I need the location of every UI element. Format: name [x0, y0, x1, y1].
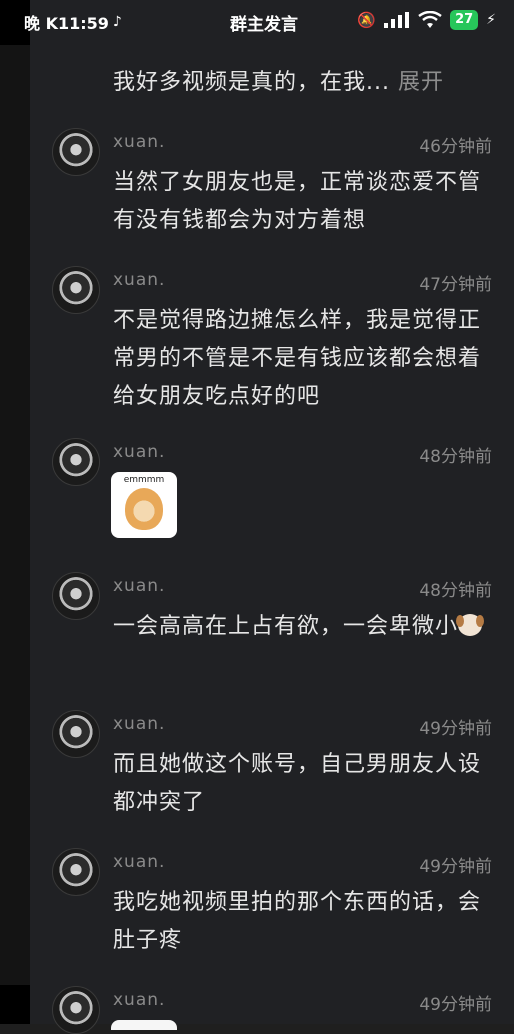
- timestamp: 47分钟前: [419, 275, 492, 295]
- avatar[interactable]: [52, 572, 100, 620]
- username[interactable]: xuan.: [113, 576, 165, 596]
- username[interactable]: xuan.: [113, 442, 165, 462]
- comment-text: 不是觉得路边摊怎么样，我是觉得正常男的不管是不是有钱应该都会想着给女朋友吃点好的…: [113, 308, 482, 409]
- comment-text-wrap: 一会高高在上占有欲，一会卑微小: [113, 608, 485, 646]
- timestamp: 48分钟前: [419, 581, 492, 601]
- comment-text: 我吃她视频里拍的那个东西的话，会肚子疼: [113, 890, 482, 953]
- timestamp: 49分钟前: [419, 995, 492, 1015]
- avatar[interactable]: [52, 848, 100, 896]
- wifi-icon: [418, 11, 442, 28]
- avatar[interactable]: [52, 438, 100, 486]
- username[interactable]: xuan.: [113, 270, 165, 290]
- username[interactable]: xuan.: [113, 132, 165, 152]
- timestamp: 49分钟前: [419, 857, 492, 877]
- dog-emoji-icon: [456, 614, 485, 636]
- status-bar: 晚 K11:59 ♪ 群主发言 🔕 27 ⚡: [0, 0, 514, 42]
- charging-icon: ⚡: [486, 12, 496, 28]
- avatar[interactable]: [52, 710, 100, 758]
- timestamp: 48分钟前: [419, 447, 492, 467]
- top-comment: 我好多视频是真的，在我... 展开: [113, 64, 444, 96]
- avatar[interactable]: [52, 986, 100, 1034]
- battery-indicator: 27: [450, 10, 479, 30]
- timestamp: 49分钟前: [419, 719, 492, 739]
- cat-face-icon: [125, 488, 163, 530]
- sticker-partial[interactable]: [111, 1020, 177, 1030]
- mute-icon: 🔕: [357, 11, 377, 29]
- tiktok-icon: ♪: [112, 14, 122, 30]
- status-time: 晚 K11:59: [24, 14, 109, 33]
- username[interactable]: xuan.: [113, 714, 165, 734]
- top-comment-text: 我好多视频是真的，在我...: [113, 70, 390, 95]
- comment-text: 而且她做这个账号，自己男朋友人设都冲突了: [113, 752, 482, 815]
- expand-link[interactable]: 展开: [398, 70, 444, 95]
- cat-sticker[interactable]: emmmm: [111, 472, 177, 538]
- status-title: 群主发言: [230, 15, 298, 35]
- timestamp: 46分钟前: [419, 137, 492, 157]
- left-edge: [0, 0, 30, 1024]
- signal-icon: [384, 12, 410, 28]
- avatar[interactable]: [52, 266, 100, 314]
- sticker-label: emmmm: [123, 475, 165, 485]
- username[interactable]: xuan.: [113, 852, 165, 872]
- status-right: 🔕 27 ⚡: [357, 10, 496, 30]
- comment-text: 当然了女朋友也是，正常谈恋爱不管有没有钱都会为对方着想: [113, 170, 482, 233]
- status-left: 晚 K11:59 ♪: [24, 10, 122, 34]
- comment-text: 一会高高在上占有欲，一会卑微小: [113, 614, 459, 639]
- avatar[interactable]: [52, 128, 100, 176]
- username[interactable]: xuan.: [113, 990, 165, 1010]
